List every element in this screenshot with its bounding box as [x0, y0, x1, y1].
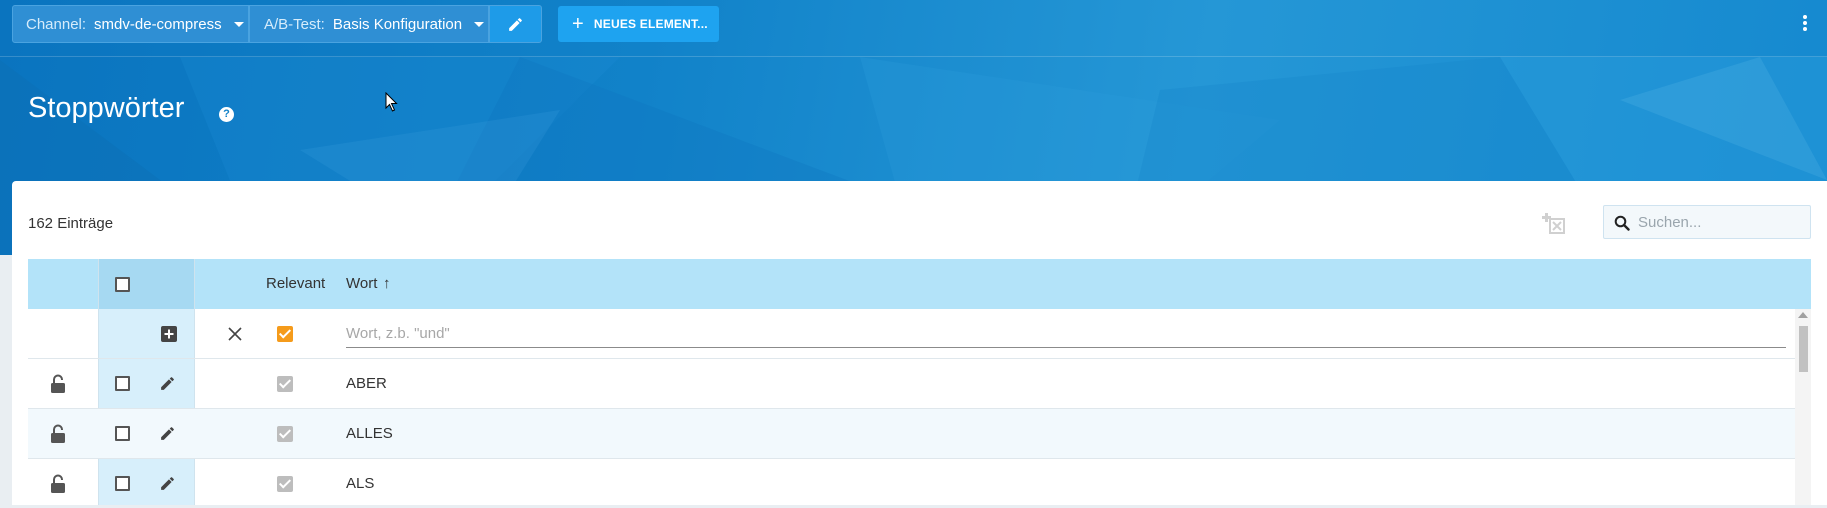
row-relevant-checkbox[interactable] [277, 476, 293, 492]
table-row[interactable]: ABER [28, 358, 1795, 408]
abtest-dropdown[interactable]: A/B-Test: Basis Konfiguration [249, 5, 489, 43]
table-row[interactable]: ALS [28, 458, 1795, 508]
search-icon [1614, 215, 1630, 231]
column-header-wort[interactable]: Wort [346, 275, 377, 292]
entry-count: 162 Einträge [28, 215, 114, 232]
mouse-cursor-icon [385, 92, 398, 112]
help-icon[interactable]: ? [219, 107, 234, 122]
row-word: ALS [346, 475, 375, 492]
add-entry-icon[interactable] [161, 326, 177, 342]
abtest-value: Basis Konfiguration [332, 15, 463, 33]
pencil-icon[interactable] [159, 475, 176, 492]
pencil-icon[interactable] [159, 375, 176, 392]
row-relevant-checkbox[interactable] [277, 426, 293, 442]
row-select-checkbox[interactable] [115, 376, 130, 391]
more-menu-icon[interactable] [1800, 13, 1810, 35]
top-toolbar: Channel: smdv-de-compress A/B-Test: Basi… [0, 0, 1827, 57]
row-relevant-checkbox[interactable] [277, 376, 293, 392]
row-select-checkbox[interactable] [115, 476, 130, 491]
channel-value: smdv-de-compress [94, 15, 222, 33]
pencil-icon[interactable] [159, 425, 176, 442]
search-input[interactable] [1638, 206, 1806, 238]
channel-label: Channel: [26, 15, 87, 33]
plus-icon: + [572, 13, 584, 35]
table-row[interactable]: ALLES [28, 408, 1795, 458]
new-word-input[interactable] [346, 320, 1786, 348]
unlocked-icon[interactable] [50, 374, 66, 394]
channel-dropdown[interactable]: Channel: smdv-de-compress [12, 5, 249, 43]
new-element-button[interactable]: + NEUES ELEMENT... [558, 6, 719, 42]
column-header-relevant[interactable]: Relevant [266, 275, 325, 292]
clear-filter-icon[interactable] [1541, 209, 1569, 235]
row-word: ALLES [346, 425, 393, 442]
cancel-entry-icon[interactable] [228, 327, 242, 341]
chevron-down-icon [233, 21, 244, 27]
select-all-checkbox[interactable] [115, 277, 130, 292]
chevron-down-icon [474, 21, 485, 27]
unlocked-icon[interactable] [50, 474, 66, 494]
scroll-up-arrow-icon[interactable] [1798, 312, 1808, 318]
row-word: ABER [346, 375, 387, 392]
abtest-label: A/B-Test: [264, 15, 325, 33]
sort-ascending-icon[interactable]: ↑ [383, 275, 391, 292]
new-element-label: NEUES ELEMENT... [593, 17, 708, 31]
unlocked-icon[interactable] [50, 424, 66, 444]
page-title: Stoppwörter [28, 92, 185, 124]
pencil-icon [509, 17, 522, 31]
new-entry-relevant-checkbox[interactable] [277, 326, 293, 342]
row-select-checkbox[interactable] [115, 426, 130, 441]
scrollbar-thumb[interactable] [1799, 326, 1808, 372]
edit-config-button[interactable] [489, 5, 542, 43]
search-field[interactable] [1603, 205, 1811, 239]
selection-column-header [99, 259, 194, 309]
